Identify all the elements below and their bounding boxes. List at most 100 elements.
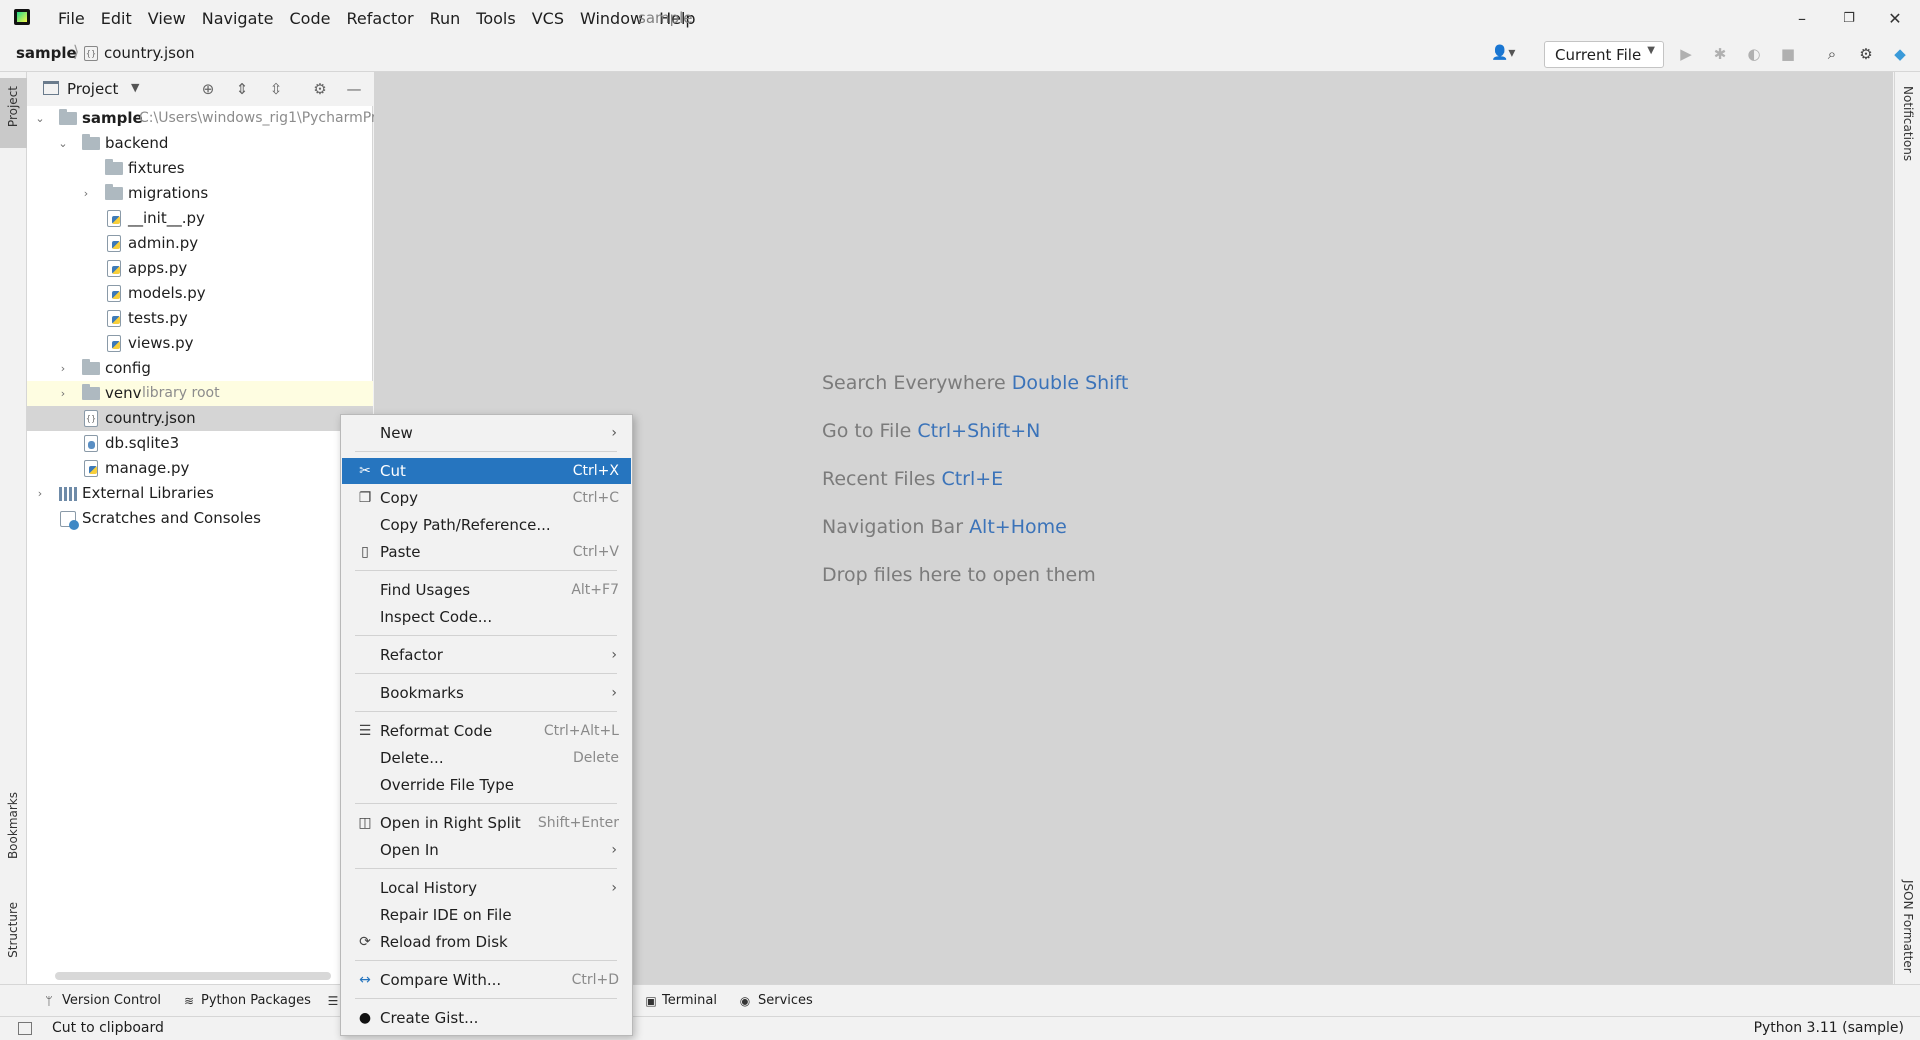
menu-item-refactor[interactable]: Refactor › <box>342 642 631 668</box>
menu-item-new[interactable]: New › <box>342 420 631 446</box>
tree-item-country-json[interactable]: {} country.json <box>27 406 373 431</box>
expand-all-icon[interactable]: ⇕ <box>233 80 251 98</box>
menu-item-shortcut: Ctrl+V <box>572 544 619 560</box>
stop-icon[interactable]: ■ <box>1778 45 1798 65</box>
notifications-tool-button[interactable]: Notifications <box>1901 86 1915 161</box>
python-interpreter-selector[interactable]: Python 3.11 (sample) <box>1754 1020 1904 1036</box>
project-panel-title[interactable]: Project <box>67 80 118 98</box>
breadcrumb-project[interactable]: sample <box>16 44 77 62</box>
tree-item-venv[interactable]: › venv library root <box>27 381 373 406</box>
menu-vcs[interactable]: VCS <box>524 9 572 28</box>
tree-item-migrations[interactable]: › migrations <box>27 181 373 206</box>
menu-refactor[interactable]: Refactor <box>338 9 421 28</box>
tree-item-manage-py[interactable]: manage.py <box>27 456 373 481</box>
json-formatter-tool-button[interactable]: JSON Formatter <box>1901 880 1915 973</box>
run-configuration-select[interactable]: Current File ▼ <box>1544 41 1664 68</box>
chevron-down-icon[interactable]: ⌄ <box>56 131 70 156</box>
menu-item-local-history[interactable]: Local History › <box>342 875 631 901</box>
chevron-right-icon[interactable]: › <box>56 381 70 406</box>
tree-label: db.sqlite3 <box>105 434 180 452</box>
services-tab[interactable]: Services <box>758 993 813 1008</box>
menu-item-find-usages[interactable]: Find Usages Alt+F7 <box>342 577 631 603</box>
tree-item-fixtures[interactable]: fixtures <box>27 156 373 181</box>
collapse-all-icon[interactable]: ⇳ <box>267 80 285 98</box>
menu-item-bookmarks[interactable]: Bookmarks › <box>342 680 631 706</box>
code-with-me-icon[interactable]: ◆ <box>1890 45 1910 65</box>
project-tool-button[interactable]: Project <box>0 78 27 148</box>
menu-code[interactable]: Code <box>282 9 339 28</box>
project-view-icon <box>43 81 59 95</box>
menu-file[interactable]: File <box>50 9 93 28</box>
menu-item-inspect-code[interactable]: Inspect Code... <box>342 604 631 630</box>
pycharm-logo-icon <box>14 9 30 25</box>
horizontal-scrollbar[interactable] <box>55 972 331 980</box>
menu-item-copy-path[interactable]: Copy Path/Reference... <box>342 512 631 538</box>
version-control-tab[interactable]: Version Control <box>62 993 161 1008</box>
tree-label: migrations <box>128 184 209 202</box>
hint-drop-files: Drop files here to open them <box>822 564 1096 586</box>
menu-tools[interactable]: Tools <box>468 9 523 28</box>
menu-separator <box>355 451 617 452</box>
menu-item-shortcut: Alt+F7 <box>571 582 619 598</box>
menu-item-compare-with[interactable]: ↔ Compare With... Ctrl+D <box>342 967 631 993</box>
chevron-down-icon[interactable]: ⌄ <box>33 106 47 131</box>
debug-icon[interactable]: ✱ <box>1710 45 1730 65</box>
menu-item-cut[interactable]: ✂ Cut Ctrl+X <box>342 458 631 484</box>
menu-item-label: Copy Path/Reference... <box>380 516 551 534</box>
menu-item-repair-ide[interactable]: Repair IDE on File <box>342 902 631 928</box>
menu-separator <box>355 868 617 869</box>
panel-settings-icon[interactable]: ⚙ <box>311 80 329 98</box>
python-packages-tab[interactable]: Python Packages <box>201 993 311 1008</box>
menu-item-label: Repair IDE on File <box>380 906 512 924</box>
menu-navigate[interactable]: Navigate <box>194 9 282 28</box>
menu-item-reload-from-disk[interactable]: ⟳ Reload from Disk <box>342 929 631 955</box>
coverage-icon[interactable]: ◐ <box>1744 45 1764 65</box>
toggle-tool-windows-icon[interactable] <box>18 1022 32 1035</box>
menu-item-delete[interactable]: Delete... Delete <box>342 745 631 771</box>
menu-item-shortcut: Delete <box>573 750 619 766</box>
menu-item-open-in[interactable]: Open In › <box>342 837 631 863</box>
list-icon[interactable]: ☰ <box>326 994 340 1008</box>
hint-text: Navigation Bar <box>822 516 964 538</box>
tree-item-scratches[interactable]: Scratches and Consoles <box>27 506 373 531</box>
menu-item-create-gist[interactable]: ● Create Gist... <box>342 1005 631 1031</box>
search-icon[interactable]: ⌕ <box>1822 45 1842 65</box>
menu-view[interactable]: View <box>140 9 194 28</box>
close-button[interactable]: ✕ <box>1883 6 1907 30</box>
restore-button[interactable]: ❐ <box>1837 6 1861 30</box>
bookmarks-tool-button[interactable]: Bookmarks <box>6 792 20 859</box>
chevron-right-icon[interactable]: › <box>79 181 93 206</box>
tree-item-views-py[interactable]: views.py <box>27 331 373 356</box>
hide-panel-icon[interactable]: — <box>345 80 363 98</box>
locate-file-icon[interactable]: ⊕ <box>199 80 217 98</box>
menu-item-paste[interactable]: ▯ Paste Ctrl+V <box>342 539 631 565</box>
menu-item-open-right-split[interactable]: ◫ Open in Right Split Shift+Enter <box>342 810 631 836</box>
menu-item-reformat-code[interactable]: ☰ Reformat Code Ctrl+Alt+L <box>342 718 631 744</box>
tree-item-config[interactable]: › config <box>27 356 373 381</box>
chevron-right-icon[interactable]: › <box>56 356 70 381</box>
chevron-right-icon[interactable]: › <box>33 481 47 506</box>
tree-item-admin-py[interactable]: admin.py <box>27 231 373 256</box>
menu-item-copy[interactable]: ❐ Copy Ctrl+C <box>342 485 631 511</box>
settings-gear-icon[interactable]: ⚙ <box>1856 45 1876 65</box>
clipboard-icon: ▯ <box>361 544 369 560</box>
tree-item-apps-py[interactable]: apps.py <box>27 256 373 281</box>
minimize-button[interactable]: – <box>1790 6 1814 30</box>
chevron-down-icon[interactable]: ▼ <box>131 81 139 94</box>
menu-run[interactable]: Run <box>422 9 469 28</box>
tree-item-backend[interactable]: ⌄ backend <box>27 131 373 156</box>
left-tool-strip: Project Bookmarks Structure <box>0 72 27 984</box>
tree-item-tests-py[interactable]: tests.py <box>27 306 373 331</box>
run-icon[interactable]: ▶ <box>1676 45 1696 65</box>
tree-item-sample[interactable]: ⌄ sample C:\Users\windows_rig1\PycharmPr… <box>27 106 385 131</box>
breadcrumb-file[interactable]: country.json <box>104 44 195 62</box>
user-icon[interactable]: 👤▾ <box>1491 45 1521 63</box>
structure-tool-button[interactable]: Structure <box>6 902 20 958</box>
tree-item-external-libraries[interactable]: › External Libraries <box>27 481 373 506</box>
tree-item-init-py[interactable]: __init__.py <box>27 206 373 231</box>
tree-item-models-py[interactable]: models.py <box>27 281 373 306</box>
tree-item-db-sqlite3[interactable]: db.sqlite3 <box>27 431 373 456</box>
terminal-tab[interactable]: Terminal <box>662 993 717 1008</box>
menu-edit[interactable]: Edit <box>93 9 140 28</box>
menu-item-override-file-type[interactable]: Override File Type <box>342 772 631 798</box>
